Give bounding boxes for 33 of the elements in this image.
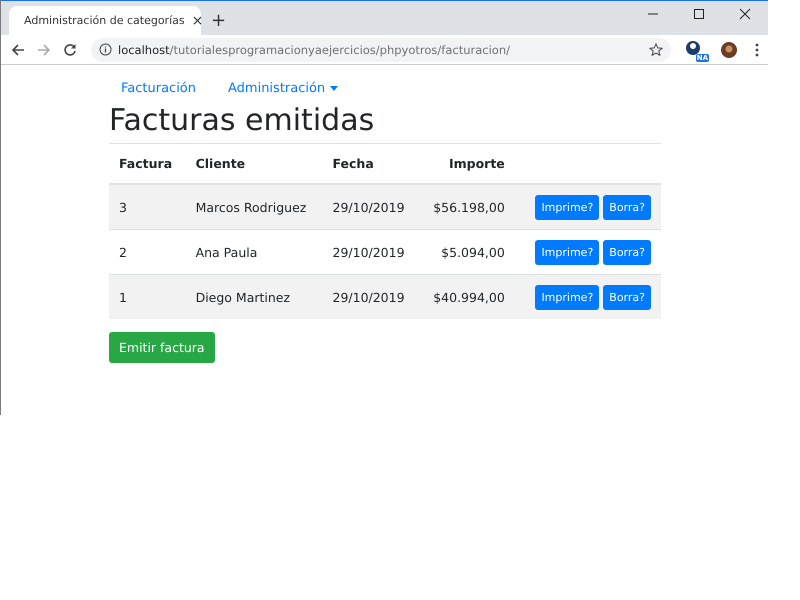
new-tab-button[interactable]: +	[211, 10, 226, 31]
print-button[interactable]: Imprime?	[535, 240, 600, 264]
browser-tab[interactable]: Administración de categorías ×	[9, 6, 201, 35]
nav-dropdown[interactable]: Administración	[216, 80, 350, 96]
table-cell: Marcos Rodriguez	[196, 200, 306, 214]
nav-link[interactable]: Facturación	[109, 80, 208, 96]
table-cell: $5.094,00	[441, 244, 505, 260]
info-icon[interactable]	[99, 43, 112, 56]
print-button[interactable]: Imprime?	[535, 194, 600, 220]
table-cell: $56.198,00	[433, 200, 505, 214]
issue-invoice-button[interactable]: Emitir factura	[109, 332, 215, 363]
delete-button[interactable]: Borra?	[603, 284, 651, 310]
star-icon[interactable]	[649, 42, 663, 56]
print-button[interactable]: Imprime?	[535, 284, 600, 310]
tab-title: Administración de categorías	[24, 14, 185, 27]
reload-icon[interactable]	[63, 42, 77, 56]
menu-icon[interactable]	[755, 42, 759, 56]
table-cell: 2	[119, 244, 127, 260]
tab-close-button[interactable]: ×	[192, 12, 204, 28]
table-cell: 29/10/2019	[332, 244, 405, 260]
page-heading: Facturas emitidas	[109, 103, 376, 139]
delete-button[interactable]: Borra?	[603, 194, 651, 220]
back-icon[interactable]	[11, 42, 25, 56]
table-cell: Diego Martinez	[196, 290, 290, 304]
table-cell: 1	[119, 290, 127, 304]
table-cell: Ana Paula	[196, 244, 258, 260]
table-cell: 29/10/2019	[332, 290, 405, 304]
table-cell: $40.994,00	[433, 290, 505, 304]
avatar-icon[interactable]	[721, 42, 737, 58]
delete-button[interactable]: Borra?	[603, 240, 651, 264]
address-bar[interactable]: localhost/tutorialesprogramacionyaejercicios/phpyotros/facturacion/	[91, 38, 671, 62]
table-cell: 3	[119, 200, 127, 214]
table-cell: 29/10/2019	[332, 200, 405, 214]
